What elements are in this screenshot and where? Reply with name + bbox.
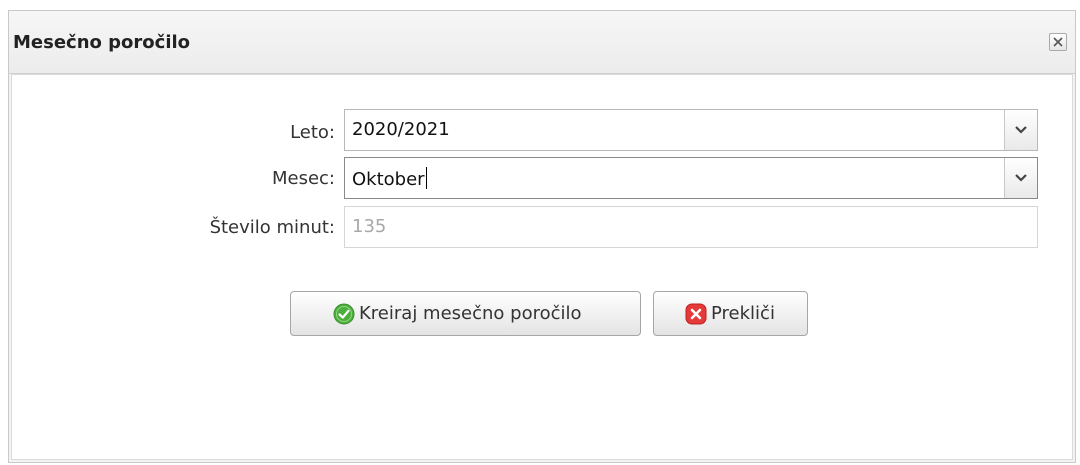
dialog-title: Mesečno poročilo [13, 32, 191, 53]
cancel-x-icon [685, 303, 707, 325]
year-select[interactable]: 2020/2021 [344, 109, 1038, 151]
year-value: 2020/2021 [352, 119, 450, 140]
create-report-label: Kreiraj mesečno poročilo [359, 303, 582, 324]
cancel-button[interactable]: Prekliči [653, 291, 808, 336]
minutes-field: 135 [344, 206, 1038, 248]
close-icon [1053, 37, 1063, 47]
text-cursor [425, 167, 427, 189]
close-button[interactable] [1049, 33, 1067, 51]
create-report-button[interactable]: Kreiraj mesečno poročilo [290, 291, 641, 336]
year-dropdown-button[interactable] [1004, 110, 1037, 150]
dialog-titlebar[interactable]: Mesečno poročilo [9, 11, 1075, 74]
month-label: Mesec: [271, 168, 335, 189]
chevron-down-icon [1015, 126, 1027, 134]
chevron-down-icon [1015, 174, 1027, 182]
month-select[interactable]: Oktober [344, 157, 1038, 199]
top-strip [0, 0, 1080, 10]
dialog-body: Leto: 2020/2021 Mesec: Oktober Število m… [11, 74, 1073, 460]
minutes-value: 135 [352, 216, 387, 237]
month-dropdown-button[interactable] [1004, 158, 1037, 198]
year-label: Leto: [290, 122, 335, 143]
monthly-report-dialog: Mesečno poročilo Leto: 2020/2021 Mesec: … [8, 10, 1076, 463]
check-circle-icon [333, 303, 355, 325]
minutes-label: Število minut: [209, 217, 335, 238]
cancel-label: Prekliči [711, 303, 775, 324]
month-value: Oktober [352, 169, 425, 190]
